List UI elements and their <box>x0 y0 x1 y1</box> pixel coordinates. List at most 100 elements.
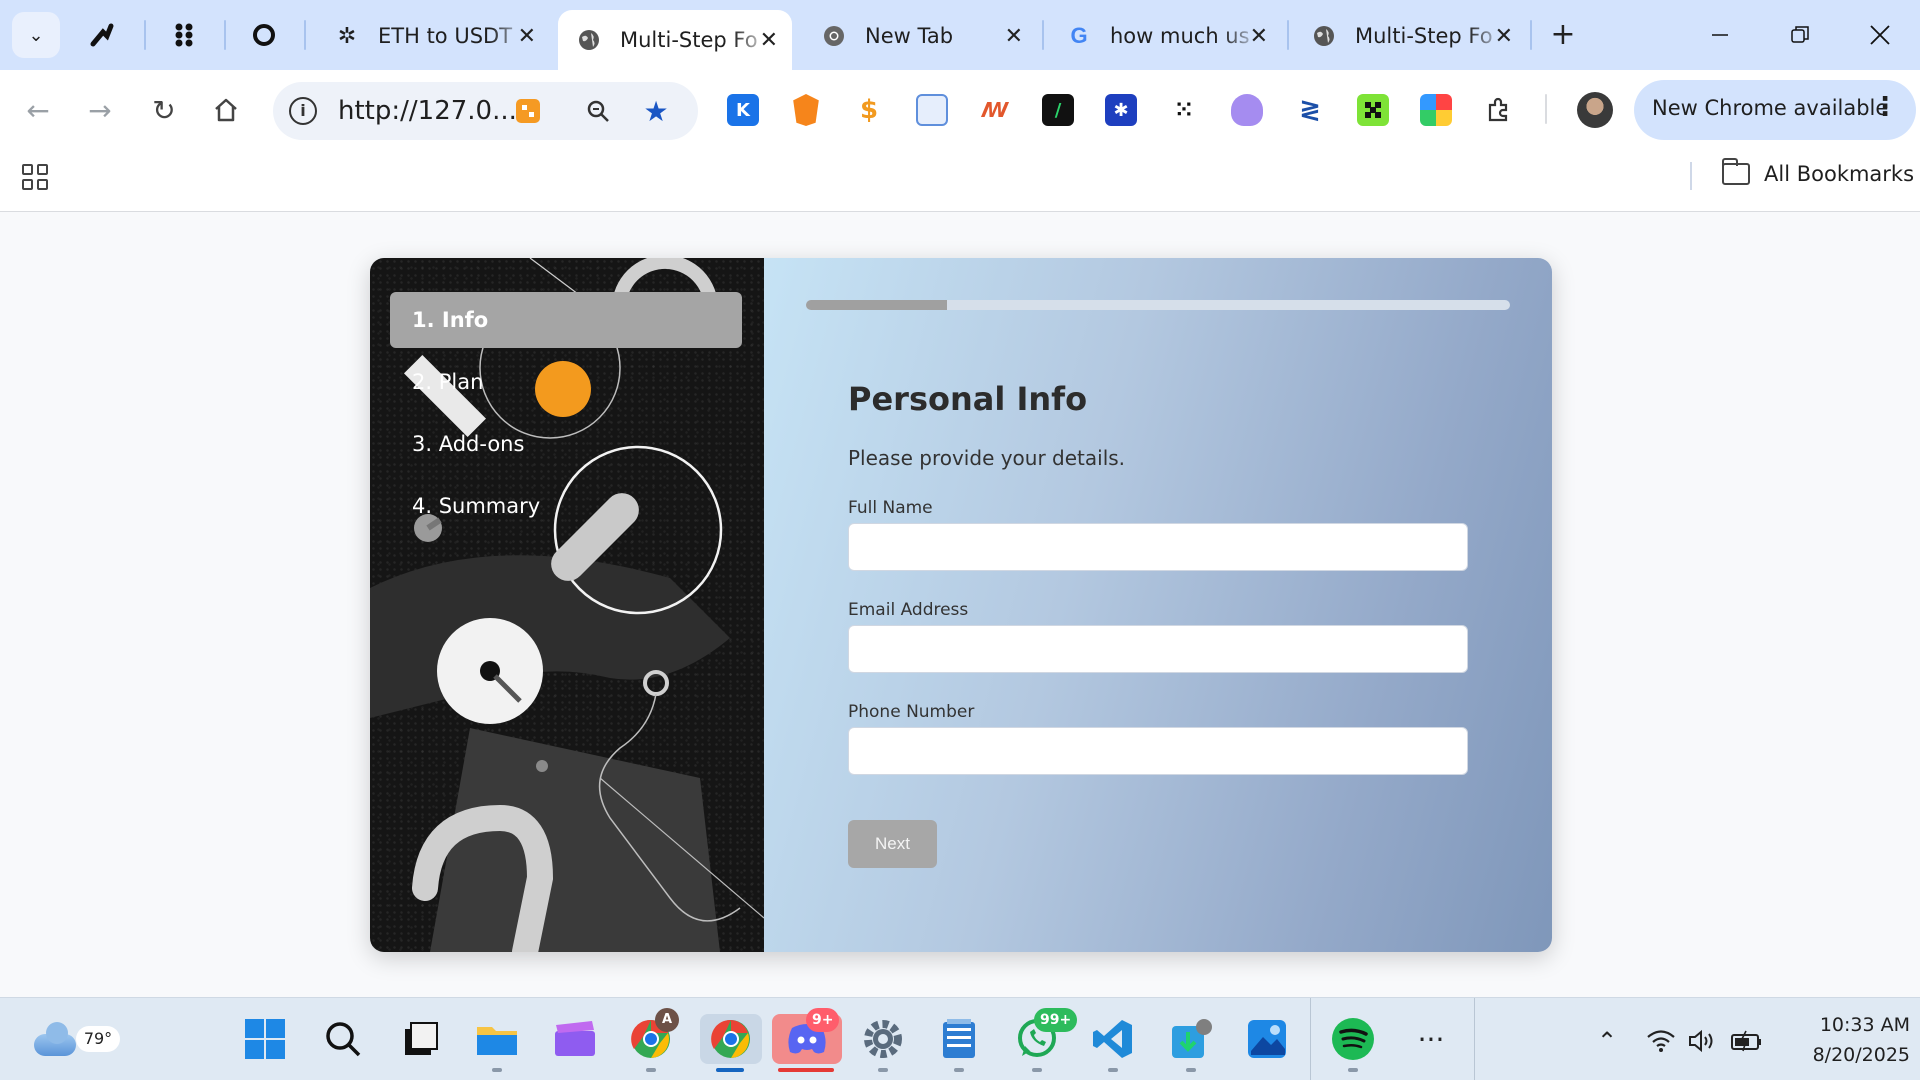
search-button[interactable] <box>318 1014 368 1064</box>
close-icon[interactable]: ✕ <box>1250 24 1268 49</box>
tab-multi-step-form-active[interactable]: Multi-Step Fo ✕ <box>558 10 792 70</box>
site-info-icon[interactable]: i <box>289 97 317 125</box>
spotify-app[interactable] <box>1328 1014 1378 1064</box>
tab-multi-step-form[interactable]: Multi-Step Fo ✕ <box>1293 10 1527 62</box>
pinned-tab-circle[interactable] <box>236 14 292 56</box>
minimize-button[interactable] <box>1690 14 1750 56</box>
active-indicator <box>778 1068 834 1072</box>
full-name-label: Full Name <box>848 498 933 518</box>
google-icon: G <box>1070 23 1088 48</box>
more-vertical-icon[interactable]: ⋮ <box>1872 92 1898 122</box>
download-app[interactable] <box>1166 1014 1216 1064</box>
windows-logo-icon <box>245 1019 285 1059</box>
slash-extension-icon[interactable]: / <box>1042 94 1074 126</box>
tab-strip: ⌄ ✲ ETH to USDT ✕ Multi-Step Fo ✕ New Ta… <box>0 0 1920 70</box>
running-indicator <box>646 1068 656 1072</box>
all-bookmarks-label: All Bookmarks <box>1764 162 1915 186</box>
system-clock[interactable]: 10:33 AM 8/20/2025 <box>1790 1010 1910 1070</box>
notepad-app[interactable] <box>934 1014 984 1064</box>
tab-search-button[interactable]: ⌄ <box>12 12 60 58</box>
next-button[interactable]: Next <box>848 820 937 868</box>
close-icon[interactable]: ✕ <box>1005 24 1023 49</box>
tab-new-tab[interactable]: New Tab ✕ <box>803 10 1037 62</box>
reload-button[interactable]: ↻ <box>144 90 184 130</box>
bolt-extension-icon[interactable]: ≷ <box>1294 94 1326 126</box>
battery-icon[interactable] <box>1730 1024 1764 1058</box>
tab-title: how much us <box>1110 24 1250 48</box>
tab-separator <box>304 20 306 50</box>
step-item-addons[interactable]: 3. Add-ons <box>390 416 742 472</box>
chevron-down-icon: ⌄ <box>28 24 44 46</box>
new-tab-button[interactable]: + <box>1543 14 1583 54</box>
profile-badge: A <box>655 1008 679 1032</box>
phone-input[interactable] <box>848 727 1468 775</box>
pinned-tab-slash[interactable] <box>74 14 130 56</box>
bookmark-star-icon[interactable]: ★ <box>641 95 671 128</box>
new-chrome-available-button[interactable]: New Chrome available ⋮ <box>1634 80 1916 140</box>
close-window-button[interactable] <box>1850 14 1910 56</box>
whatsapp-notification-badge: 99+ <box>1034 1008 1078 1032</box>
weather-widget[interactable]: 79° <box>30 1016 120 1062</box>
home-icon <box>215 98 237 122</box>
close-icon[interactable]: ✕ <box>760 28 778 53</box>
address-bar[interactable]: i http://127.0... ★ <box>273 82 698 140</box>
tab-google-search[interactable]: G how much us ✕ <box>1048 10 1282 62</box>
n-extension-icon[interactable]: ꟿ <box>979 94 1011 126</box>
profile-avatar[interactable] <box>1577 92 1613 128</box>
start-button[interactable] <box>240 1014 290 1064</box>
apps-grid-icon[interactable] <box>22 164 48 190</box>
spotify-icon <box>1332 1018 1374 1060</box>
clapper-app[interactable] <box>550 1014 600 1064</box>
file-explorer-app[interactable] <box>472 1014 522 1064</box>
back-button[interactable]: ← <box>18 90 58 130</box>
tab-eth-to-usdt[interactable]: ✲ ETH to USDT ✕ <box>316 10 550 62</box>
step-item-plan[interactable]: 2. Plan <box>390 354 742 410</box>
photos-icon <box>1248 1020 1286 1058</box>
chrome-app-active[interactable] <box>700 1014 762 1064</box>
extensions-puzzle-icon[interactable] <box>1483 94 1515 126</box>
home-button[interactable] <box>206 90 246 130</box>
more-apps-icon[interactable]: ··· <box>1406 1014 1456 1064</box>
k-extension-icon[interactable]: K <box>727 94 759 126</box>
all-bookmarks-button[interactable]: All Bookmarks <box>1722 158 1915 186</box>
wallet-extension-icon[interactable] <box>916 94 948 126</box>
forward-button[interactable]: → <box>80 90 120 130</box>
full-name-input[interactable] <box>848 523 1468 571</box>
pinned-tab-dots[interactable] <box>156 14 212 56</box>
close-icon[interactable]: ✕ <box>518 24 536 49</box>
grid-extension-icon[interactable] <box>1357 94 1389 126</box>
step-item-info[interactable]: 1. Info <box>390 292 742 348</box>
taskbar-divider <box>1474 998 1475 1080</box>
running-indicator <box>1032 1068 1042 1072</box>
snowflake-extension-icon[interactable]: ✱ <box>1105 94 1137 126</box>
dots-extension-icon[interactable]: ⁙ <box>1168 94 1200 126</box>
settings-app[interactable] <box>858 1014 908 1064</box>
windows-taskbar: 79° A 9+ 99+ ··· ⌃ 10:33 AM 8/20/2025 <box>0 997 1920 1080</box>
update-label: New Chrome available <box>1652 96 1889 120</box>
vscode-app[interactable] <box>1088 1014 1138 1064</box>
zoom-icon[interactable] <box>583 96 613 126</box>
download-app-icon <box>1172 1019 1212 1058</box>
tab-separator <box>1042 20 1044 50</box>
extension-badge-icon[interactable] <box>513 96 543 126</box>
volume-icon[interactable] <box>1686 1024 1720 1058</box>
form-sidebar: 1. Info 2. Plan 3. Add-ons 4. Summary <box>370 258 764 952</box>
ghost-extension-icon[interactable] <box>1231 94 1263 126</box>
slash-app-icon <box>90 23 114 47</box>
wifi-icon[interactable] <box>1644 1024 1678 1058</box>
chrome-icon <box>821 23 847 49</box>
url-text[interactable]: http://127.0... <box>338 96 517 126</box>
form-subtitle: Please provide your details. <box>848 446 1126 470</box>
multi-step-form-card: 1. Info 2. Plan 3. Add-ons 4. Summary Pe… <box>370 258 1552 952</box>
chevron-up-icon[interactable]: ⌃ <box>1590 1024 1624 1058</box>
close-icon[interactable]: ✕ <box>1495 24 1513 49</box>
restore-button[interactable] <box>1770 14 1830 56</box>
email-input[interactable] <box>848 625 1468 673</box>
color-extension-icon[interactable] <box>1420 94 1452 126</box>
arrow-right-icon: → <box>88 93 112 127</box>
photos-app[interactable] <box>1242 1014 1292 1064</box>
s-extension-icon[interactable]: $ <box>853 94 885 126</box>
metamask-icon[interactable] <box>793 94 819 126</box>
task-view-button[interactable] <box>396 1014 446 1064</box>
step-item-summary[interactable]: 4. Summary <box>390 478 742 534</box>
